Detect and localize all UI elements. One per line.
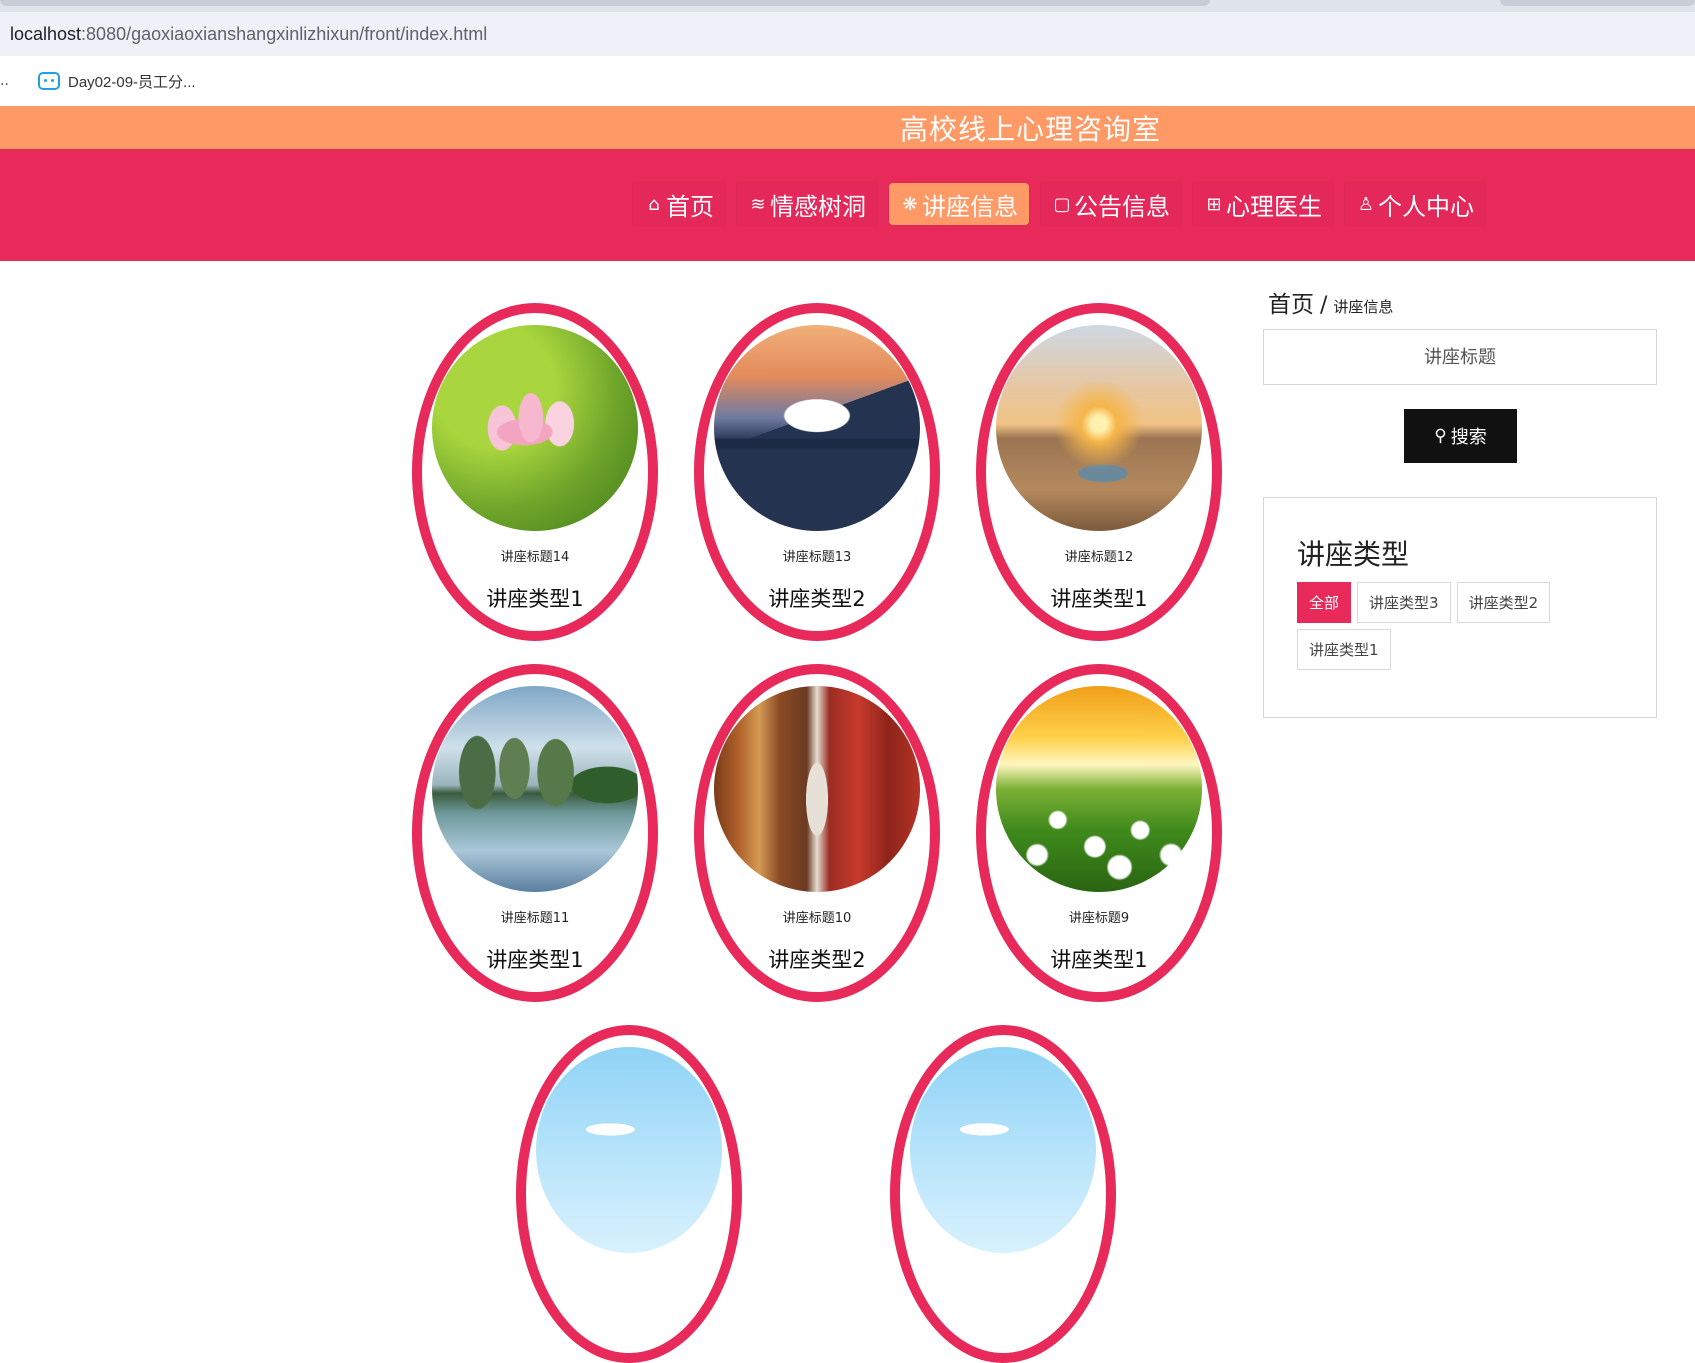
url-path: :8080/gaoxiaoxianshangxinlizhixun/front/… (81, 23, 488, 44)
lecture-title: 讲座标题14 (500, 550, 570, 565)
nav-item-treehole[interactable]: ≋ 情感树洞 (737, 183, 877, 225)
nav-label: 公告信息 (1074, 192, 1170, 221)
nav-item-home[interactable]: ⌂ 首页 (633, 183, 725, 225)
lecture-image[interactable] (536, 1047, 722, 1253)
lecture-type: 讲座类型1 (486, 587, 584, 611)
nav-label: 个人中心 (1378, 192, 1474, 221)
nav-label: 讲座信息 (922, 192, 1018, 221)
bookmark-overflow[interactable]: .. (0, 73, 38, 89)
lecture-image[interactable] (714, 686, 920, 892)
lecture-title: 讲座标题13 (782, 550, 852, 565)
nav-item-lectures[interactable]: ❋ 讲座信息 (889, 183, 1029, 225)
search-button[interactable]: ⚲ 搜索 (1404, 409, 1517, 463)
browser-tab[interactable] (1500, 0, 1695, 6)
search-button-label: 搜索 (1450, 427, 1487, 448)
user-icon: ♙ (1357, 193, 1375, 215)
lecture-image[interactable] (432, 686, 638, 892)
bilibili-icon (38, 72, 60, 90)
site-title-bar: 高校线上心理咨询室 (0, 106, 1695, 149)
browser-tab[interactable] (0, 0, 1210, 6)
lecture-card[interactable]: 讲座标题11 讲座类型1 (412, 664, 658, 1002)
breadcrumb-current: 讲座信息 (1333, 298, 1394, 316)
lecture-card[interactable]: 讲座标题10 讲座类型2 (694, 664, 940, 1002)
breadcrumb: 首页 / 讲座信息 (1268, 285, 1393, 319)
lecture-type: 讲座类型1 (486, 948, 584, 972)
bookmarks-bar: .. Day02-09-员工分... (0, 56, 1695, 106)
lecture-card[interactable]: 讲座标题9 讲座类型1 (976, 664, 1222, 1002)
lecture-card[interactable] (516, 1025, 742, 1363)
nav-item-announcements[interactable]: ▢ 公告信息 (1041, 183, 1181, 225)
lecture-type: 讲座类型2 (768, 587, 866, 611)
nav-label: 情感树洞 (770, 192, 866, 221)
browser-tabstrip (0, 0, 1695, 12)
address-bar[interactable]: localhost:8080/gaoxiaoxianshangxinlizhix… (0, 12, 1695, 56)
site-title: 高校线上心理咨询室 (900, 112, 1162, 146)
lecture-image[interactable] (910, 1047, 1096, 1253)
lecture-image[interactable] (996, 686, 1202, 892)
lecture-type-filter: 讲座类型 全部 讲座类型3 讲座类型2 讲座类型1 (1263, 497, 1657, 718)
flower-icon: ❋ (902, 193, 918, 215)
search-input[interactable] (1263, 329, 1657, 385)
search-icon: ⚲ (1434, 426, 1447, 446)
nav-item-profile[interactable]: ♙ 个人中心 (1345, 183, 1485, 225)
lecture-card[interactable] (890, 1025, 1116, 1363)
filter-tag[interactable]: 讲座类型3 (1357, 582, 1451, 623)
filter-tags: 全部 讲座类型3 讲座类型2 讲座类型1 (1297, 582, 1637, 670)
url-text[interactable]: localhost:8080/gaoxiaoxianshangxinlizhix… (10, 24, 487, 45)
lecture-title: 讲座标题12 (1064, 550, 1134, 565)
lecture-type: 讲座类型1 (1050, 948, 1148, 972)
note-icon: ▢ (1053, 193, 1071, 215)
gift-icon: ⊞ (1206, 193, 1222, 215)
lecture-title: 讲座标题11 (500, 911, 570, 926)
lecture-card[interactable]: 讲座标题14 讲座类型1 (412, 303, 658, 641)
lecture-type: 讲座类型2 (768, 948, 866, 972)
home-icon: ⌂ (648, 193, 660, 215)
nav-items: ⌂ 首页 ≋ 情感树洞 ❋ 讲座信息 ▢ 公告信息 ⊞ 心理医生 ♙ 个人中心 (633, 183, 1485, 225)
url-host: localhost (10, 23, 82, 44)
lecture-type: 讲座类型1 (1050, 587, 1148, 611)
bookmark-label: Day02-09-员工分... (68, 73, 196, 91)
breadcrumb-separator: / (1320, 293, 1328, 318)
lecture-image[interactable] (714, 325, 920, 531)
nav-label: 首页 (666, 192, 714, 221)
lecture-image[interactable] (432, 325, 638, 531)
lecture-card[interactable]: 讲座标题13 讲座类型2 (694, 303, 940, 641)
lecture-image[interactable] (996, 325, 1202, 531)
lecture-title: 讲座标题9 (1068, 911, 1130, 926)
filter-tag[interactable]: 讲座类型2 (1456, 582, 1551, 623)
filter-title: 讲座类型 (1297, 538, 1410, 571)
lecture-title: 讲座标题10 (782, 911, 852, 926)
filter-tag-all[interactable]: 全部 (1297, 582, 1352, 623)
breadcrumb-home[interactable]: 首页 (1268, 285, 1314, 319)
layers-icon: ≋ (750, 193, 766, 215)
nav-label: 心理医生 (1226, 192, 1322, 221)
nav-item-doctors[interactable]: ⊞ 心理医生 (1193, 183, 1333, 225)
filter-tag[interactable]: 讲座类型1 (1297, 629, 1391, 670)
main-navbar: ⌂ 首页 ≋ 情感树洞 ❋ 讲座信息 ▢ 公告信息 ⊞ 心理医生 ♙ 个人中心 (0, 149, 1695, 261)
bookmark-item[interactable]: Day02-09-员工分... (38, 71, 196, 92)
lecture-card[interactable]: 讲座标题12 讲座类型1 (976, 303, 1222, 641)
